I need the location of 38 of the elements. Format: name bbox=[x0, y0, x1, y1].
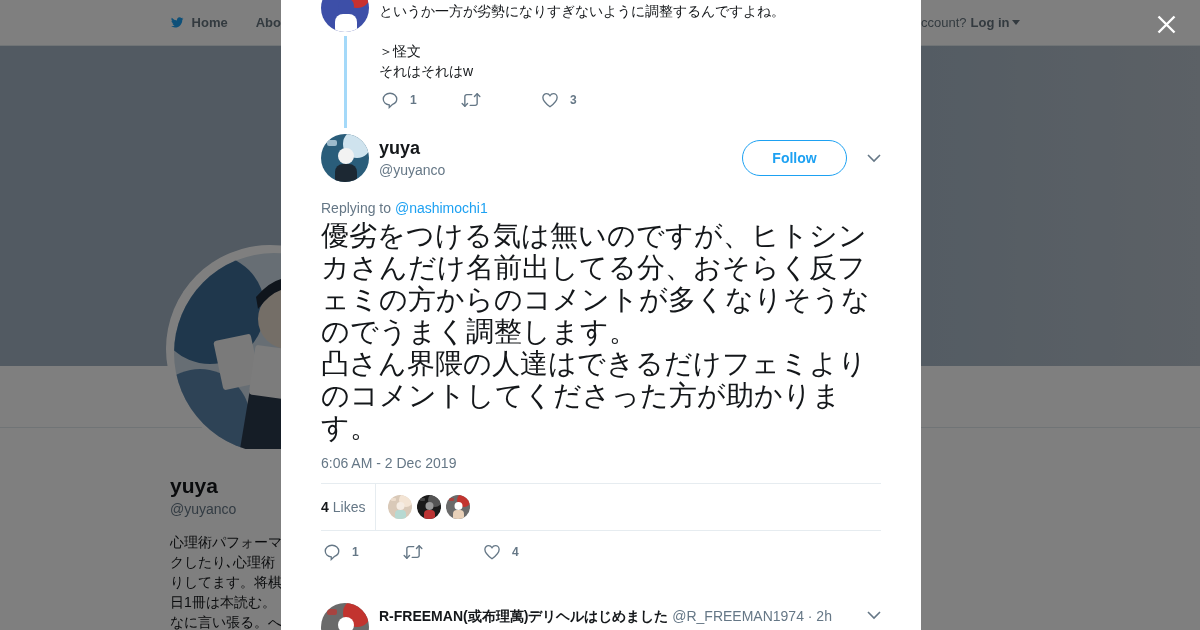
reply-icon[interactable] bbox=[381, 91, 399, 109]
heart-icon[interactable] bbox=[541, 91, 559, 109]
caret-icon[interactable] bbox=[1011, 20, 1020, 25]
chevron-icon[interactable] bbox=[867, 611, 881, 620]
like-count: 3 bbox=[570, 93, 577, 107]
reply-count: 1 bbox=[352, 545, 359, 559]
about-link[interactable]: Abo bbox=[255, 15, 281, 30]
tweet-text: 凸さん界隈の人達はできるだけフェミよりのコメントしてくださった方が助かります。 bbox=[321, 348, 868, 444]
tweet-text-line: それはそれはw bbox=[379, 62, 475, 81]
heart-icon[interactable] bbox=[483, 543, 501, 561]
author-name: yuya bbox=[379, 138, 422, 159]
profile-name: yuya bbox=[170, 474, 219, 498]
reply-author-line: R-FREEMAN(或布理萬)デリヘルはじめました @R_FREEMAN1974 · 2h bbox=[379, 607, 833, 626]
bio-line: なに言い張る。へ bbox=[170, 613, 282, 630]
tweet-text-line: ＞怪文 bbox=[379, 42, 422, 61]
bio-line: 日1冊は本読む。 bbox=[170, 593, 277, 612]
home-link[interactable]: Home bbox=[191, 15, 228, 30]
retweet-icon[interactable] bbox=[403, 543, 423, 561]
account-prompt: ccount? bbox=[921, 15, 967, 30]
replying-to-text: Replying to @nashimochi1 bbox=[321, 200, 489, 216]
bio-line: 心理術パフォーマ bbox=[170, 533, 282, 552]
mention-link[interactable]: @nashimochi1 bbox=[394, 200, 488, 216]
likes-count[interactable]: 4 Likes bbox=[321, 484, 377, 530]
reply-count: 1 bbox=[410, 93, 417, 107]
author-handle: @yuyanco bbox=[379, 162, 447, 178]
retweet-icon[interactable] bbox=[461, 91, 481, 109]
tweet-text-line: というか一方が劣勢になりすぎないように調整するんですよね。 bbox=[379, 2, 786, 21]
like-count: 4 bbox=[512, 545, 519, 559]
tweet-timestamp: 6:06 AM - 2 Dec 2019 bbox=[321, 455, 458, 471]
reply-icon[interactable] bbox=[323, 543, 341, 561]
follow-button[interactable]: Follow bbox=[742, 140, 847, 176]
tweet-text: 優劣をつける気は無いのですが、ヒトシンカさんだけ名前出してる分、おそらく反フェミの方からのコメントが多くなりそうなのでうまく調整します。 bbox=[321, 220, 871, 348]
login-link[interactable]: Log in bbox=[970, 15, 1020, 30]
bio-line: クしたり､心理術 bbox=[170, 553, 276, 572]
close-icon[interactable] bbox=[1157, 15, 1176, 34]
profile-handle: @yuyanco bbox=[170, 501, 238, 517]
chevron-icon[interactable] bbox=[867, 153, 881, 163]
bio-line: りしてます。将棋 bbox=[170, 573, 282, 592]
